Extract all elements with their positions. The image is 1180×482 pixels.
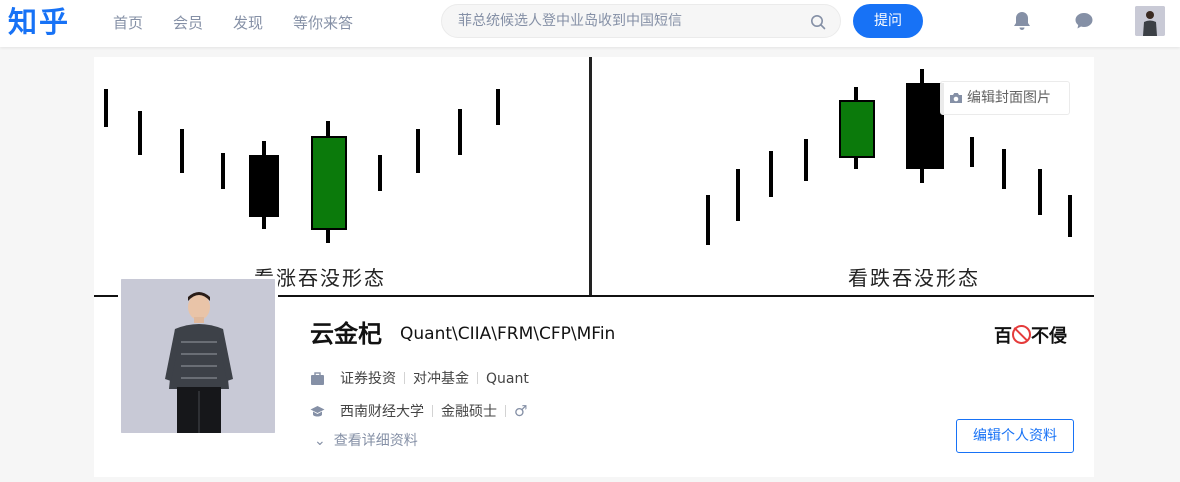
industry-item: 对冲基金 <box>413 371 469 387</box>
profile-headline: Quant\CIIA\FRM\CFP\MFin <box>400 324 616 344</box>
edit-cover-button[interactable]: 编辑封面图片 <box>940 81 1070 115</box>
user-avatar-small[interactable] <box>1135 6 1165 36</box>
nav-home[interactable]: 首页 <box>113 13 143 33</box>
person-photo <box>1135 6 1165 36</box>
edit-cover-label: 编辑封面图片 <box>967 90 1051 106</box>
separator <box>477 372 478 384</box>
search-icon[interactable] <box>810 14 826 30</box>
industry-item: 证券投资 <box>340 371 396 387</box>
industry-item: Quant <box>486 371 529 387</box>
top-navbar: 知乎 首页 会员 发现 等你来答 提问 <box>0 0 1180 47</box>
school-name: 西南财经大学 <box>340 404 424 420</box>
cover-divider <box>589 57 592 295</box>
chevron-down-icon: ⌄ <box>314 433 326 449</box>
briefcase-icon <box>311 372 324 385</box>
prohibited-icon <box>1012 325 1031 344</box>
person-photo <box>121 279 275 433</box>
zhihu-logo[interactable]: 知乎 <box>8 2 70 42</box>
separator <box>432 405 433 417</box>
separator <box>404 372 405 384</box>
ask-question-button[interactable]: 提问 <box>853 4 923 38</box>
badge-logo: 百不侵 <box>994 325 1067 347</box>
cover-image: 看涨吞没形态 看跌吞没形态 编辑封面图片 <box>94 57 1094 297</box>
cover-caption-right: 看跌吞没形态 <box>848 266 980 290</box>
notification-bell-icon[interactable] <box>1011 10 1033 32</box>
view-details-link[interactable]: ⌄ 查看详细资料 <box>314 432 418 450</box>
profile-avatar[interactable] <box>118 276 278 436</box>
search-input[interactable] <box>458 5 798 37</box>
gender-male-icon: ♂ <box>514 402 528 420</box>
messages-icon[interactable] <box>1073 10 1095 32</box>
camera-icon <box>950 93 962 103</box>
nav-discover[interactable]: 发现 <box>233 13 263 33</box>
edit-profile-button[interactable]: 编辑个人资料 <box>956 419 1074 453</box>
profile-card: 看涨吞没形态 看跌吞没形态 编辑封面图片 云金杞 Quant\CIIA\FRM\… <box>94 57 1094 477</box>
search-box <box>441 4 841 38</box>
separator <box>505 405 506 417</box>
degree: 金融硕士 <box>441 404 497 420</box>
nav-membership[interactable]: 会员 <box>173 13 203 33</box>
graduation-cap-icon <box>310 406 325 417</box>
profile-name: 云金杞 <box>310 320 382 348</box>
nav-waiting-answers[interactable]: 等你来答 <box>293 13 353 33</box>
view-details-label: 查看详细资料 <box>333 433 418 449</box>
